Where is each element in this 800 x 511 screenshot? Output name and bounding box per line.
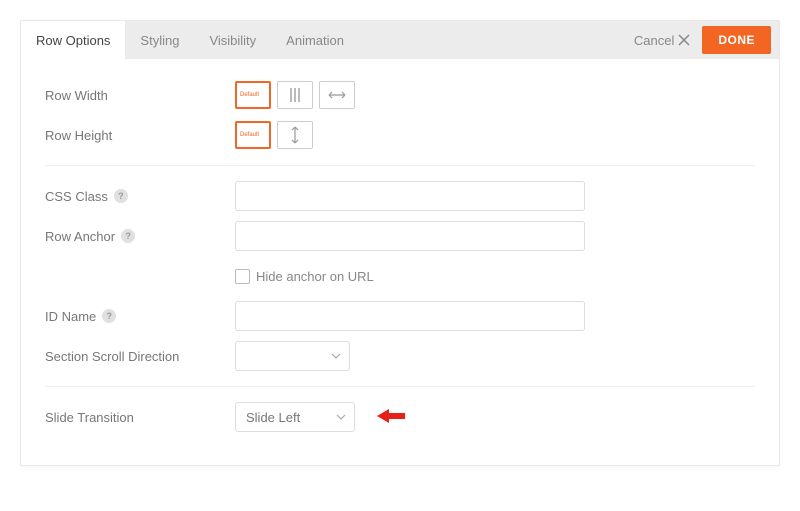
css-class-label-text: CSS Class bbox=[45, 189, 108, 204]
close-icon bbox=[678, 34, 690, 46]
css-class-label: CSS Class ? bbox=[45, 189, 235, 204]
done-button[interactable]: DONE bbox=[702, 26, 771, 54]
id-name-label-text: ID Name bbox=[45, 309, 96, 324]
id-name-label: ID Name ? bbox=[45, 309, 235, 324]
hide-anchor-row: Hide anchor on URL bbox=[45, 256, 755, 296]
arrow-left-icon bbox=[377, 408, 405, 424]
slide-transition-row: Slide Transition Slide Left bbox=[45, 397, 755, 437]
row-width-label: Row Width bbox=[45, 88, 235, 103]
tab-visibility[interactable]: Visibility bbox=[194, 21, 271, 59]
row-width-row: Row Width Default bbox=[45, 75, 755, 115]
tab-bar: Row Options Styling Visibility Animation… bbox=[21, 21, 779, 59]
annotation-arrow bbox=[377, 408, 405, 427]
divider bbox=[45, 165, 755, 166]
help-icon[interactable]: ? bbox=[121, 229, 135, 243]
id-name-input[interactable] bbox=[235, 301, 585, 331]
css-class-row: CSS Class ? bbox=[45, 176, 755, 216]
tab-row-options[interactable]: Row Options bbox=[21, 21, 125, 59]
row-height-option-default[interactable]: Default bbox=[235, 121, 271, 149]
row-anchor-row: Row Anchor ? bbox=[45, 216, 755, 256]
row-width-option-stretch[interactable] bbox=[319, 81, 355, 109]
chevron-down-icon bbox=[336, 414, 346, 420]
hide-anchor-label[interactable]: Hide anchor on URL bbox=[256, 269, 374, 284]
help-icon[interactable]: ? bbox=[114, 189, 128, 203]
id-name-row: ID Name ? bbox=[45, 296, 755, 336]
section-scroll-select[interactable] bbox=[235, 341, 350, 371]
slide-transition-value: Slide Left bbox=[246, 410, 300, 425]
thumb-default-label-2: Default bbox=[240, 132, 259, 138]
cancel-button[interactable]: Cancel bbox=[622, 21, 702, 59]
stretch-horizontal-icon bbox=[327, 88, 347, 102]
chevron-down-icon bbox=[331, 353, 341, 359]
section-scroll-label: Section Scroll Direction bbox=[45, 349, 235, 364]
stretch-vertical-icon bbox=[288, 125, 302, 145]
columns-icon bbox=[290, 88, 300, 102]
css-class-input[interactable] bbox=[235, 181, 585, 211]
row-height-row: Row Height Default bbox=[45, 115, 755, 155]
row-height-option-stretch[interactable] bbox=[277, 121, 313, 149]
row-anchor-label-text: Row Anchor bbox=[45, 229, 115, 244]
panel-content: Row Width Default Row Height Default bbox=[21, 59, 779, 465]
row-width-option-default[interactable]: Default bbox=[235, 81, 271, 109]
section-scroll-row: Section Scroll Direction bbox=[45, 336, 755, 376]
divider bbox=[45, 386, 755, 387]
tab-animation[interactable]: Animation bbox=[271, 21, 359, 59]
help-icon[interactable]: ? bbox=[102, 309, 116, 323]
row-anchor-label: Row Anchor ? bbox=[45, 229, 235, 244]
row-options-panel: Row Options Styling Visibility Animation… bbox=[20, 20, 780, 466]
cancel-label: Cancel bbox=[634, 33, 674, 48]
slide-transition-label: Slide Transition bbox=[45, 410, 235, 425]
slide-transition-select[interactable]: Slide Left bbox=[235, 402, 355, 432]
tab-styling[interactable]: Styling bbox=[125, 21, 194, 59]
thumb-default-label: Default bbox=[240, 92, 259, 98]
row-anchor-input[interactable] bbox=[235, 221, 585, 251]
hide-anchor-checkbox[interactable] bbox=[235, 269, 250, 284]
row-height-label: Row Height bbox=[45, 128, 235, 143]
row-width-option-columns[interactable] bbox=[277, 81, 313, 109]
